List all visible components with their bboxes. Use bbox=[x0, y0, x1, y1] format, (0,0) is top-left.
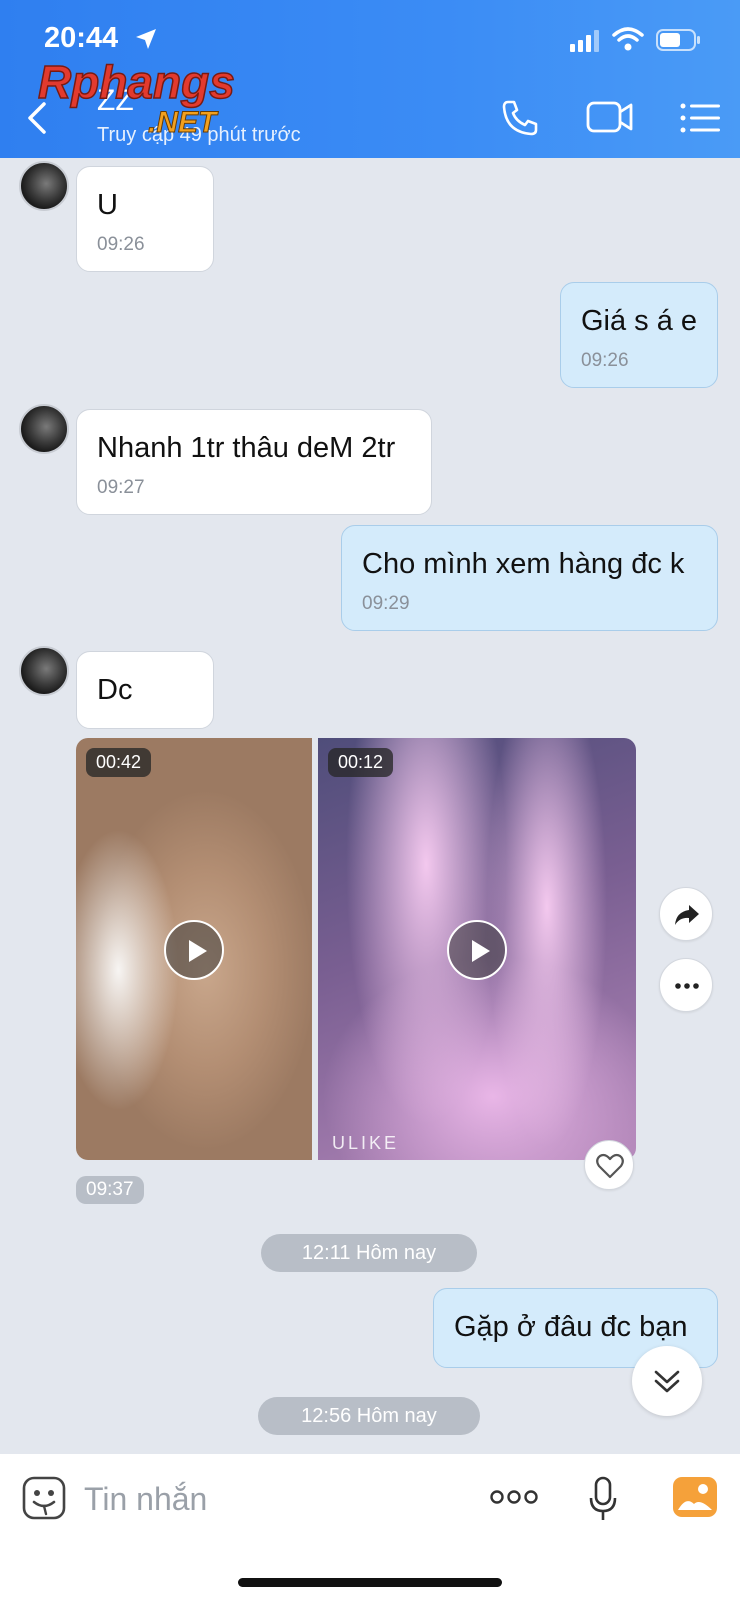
home-indicator bbox=[238, 1578, 502, 1587]
menu-list-icon[interactable] bbox=[680, 102, 720, 134]
video-duration: 00:12 bbox=[328, 748, 394, 777]
battery-icon bbox=[656, 29, 700, 51]
message-bubble-incoming[interactable]: Nhanh 1tr thâu deM 2tr 09:27 bbox=[76, 409, 432, 515]
media-time: 09:37 bbox=[76, 1176, 144, 1204]
message-text: Nhanh 1tr thâu deM 2tr bbox=[97, 432, 396, 464]
forward-button[interactable] bbox=[659, 887, 713, 941]
message-text: U bbox=[97, 189, 118, 221]
scroll-to-bottom-button[interactable] bbox=[632, 1346, 702, 1416]
video-thumbnail[interactable]: 00:12 ULIKE bbox=[318, 738, 636, 1160]
message-time: 09:29 bbox=[362, 593, 410, 614]
more-options-button[interactable] bbox=[659, 958, 713, 1012]
more-options-icon[interactable] bbox=[490, 1488, 538, 1506]
sticker-emoji-icon[interactable] bbox=[22, 1476, 66, 1520]
video-call-icon[interactable] bbox=[586, 100, 634, 134]
message-time: 09:27 bbox=[97, 477, 145, 498]
message-text: Dc bbox=[97, 674, 133, 706]
signal-icon bbox=[570, 30, 599, 52]
svg-text:Rphangs: Rphangs bbox=[38, 58, 235, 108]
contact-avatar[interactable] bbox=[19, 404, 69, 454]
message-text: Giá s á e bbox=[581, 305, 698, 337]
date-separator: 12:11 Hôm nay bbox=[261, 1234, 477, 1272]
svg-text:.NET: .NET bbox=[148, 106, 219, 139]
video-thumbnail[interactable]: 00:42 bbox=[76, 738, 312, 1160]
chat-header: 20:44 ZZ Truy cập 49 phút trước Rphangs … bbox=[0, 0, 740, 158]
message-time: 09:26 bbox=[97, 234, 145, 255]
contact-avatar[interactable] bbox=[19, 161, 69, 211]
date-separator: 12:56 Hôm nay bbox=[258, 1397, 480, 1435]
message-bubble-incoming[interactable]: Dc bbox=[76, 651, 214, 729]
play-icon[interactable] bbox=[164, 920, 224, 980]
heart-icon bbox=[596, 1153, 624, 1179]
video-watermark: ULIKE bbox=[332, 1133, 400, 1153]
watermark-logo: Rphangs .NET bbox=[37, 58, 235, 140]
message-text: Cho mình xem hàng đc k bbox=[362, 548, 685, 580]
message-time: 09:26 bbox=[581, 350, 629, 371]
gallery-image-icon[interactable] bbox=[672, 1476, 718, 1518]
video-duration: 00:42 bbox=[86, 748, 152, 777]
message-bubble-outgoing[interactable]: Giá s á e 09:26 bbox=[560, 282, 718, 388]
location-arrow-icon bbox=[136, 29, 156, 49]
message-input[interactable] bbox=[84, 1474, 464, 1524]
message-bubble-incoming[interactable]: U 09:26 bbox=[76, 166, 214, 272]
play-icon[interactable] bbox=[447, 920, 507, 980]
status-time: 20:44 bbox=[44, 22, 119, 54]
contact-avatar[interactable] bbox=[19, 646, 69, 696]
share-arrow-icon bbox=[675, 905, 699, 925]
microphone-icon[interactable] bbox=[588, 1476, 618, 1522]
message-text: Gặp ở đâu đc bạn bbox=[454, 1311, 688, 1343]
wifi-icon bbox=[612, 27, 644, 51]
like-button[interactable] bbox=[584, 1140, 634, 1190]
message-input-bar bbox=[0, 1454, 740, 1600]
double-chevron-down-icon bbox=[654, 1370, 680, 1393]
phone-call-icon[interactable] bbox=[500, 98, 540, 138]
more-dots-icon bbox=[675, 983, 699, 989]
message-bubble-outgoing[interactable]: Cho mình xem hàng đc k 09:29 bbox=[341, 525, 718, 631]
